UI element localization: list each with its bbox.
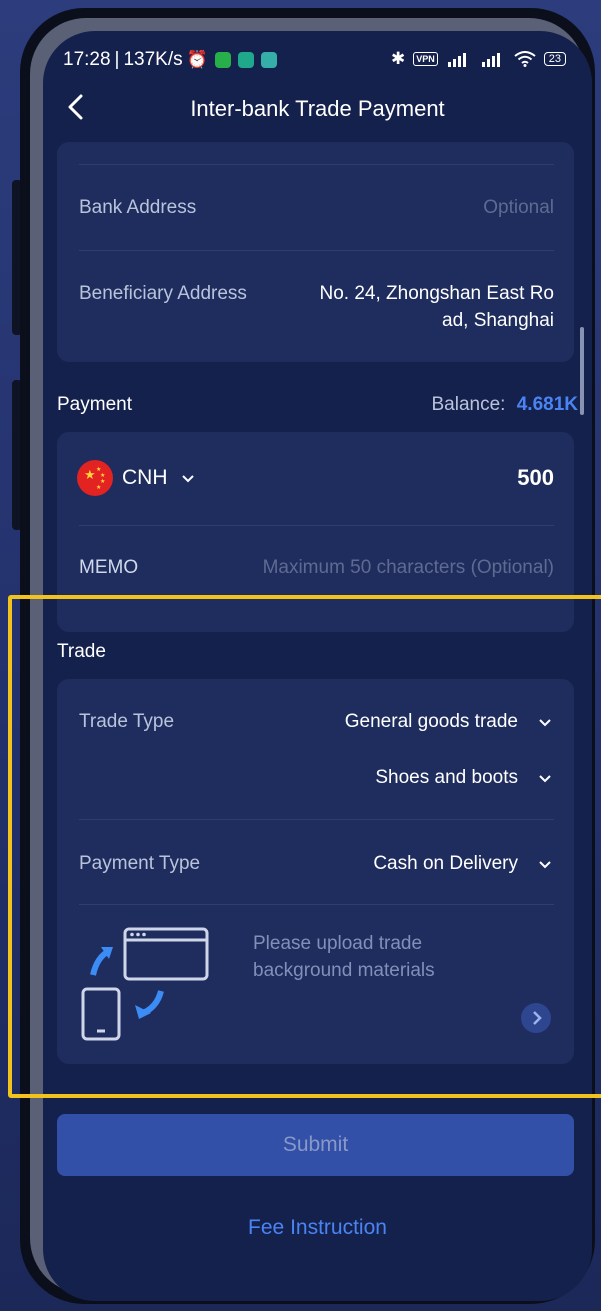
wifi-icon bbox=[514, 51, 536, 67]
page-header: Inter-bank Trade Payment bbox=[43, 86, 592, 130]
battery-indicator: 23 bbox=[543, 52, 566, 66]
signal-icon-2 bbox=[481, 53, 500, 67]
payment-section-title: Payment bbox=[57, 394, 132, 415]
vpn-badge: VPN bbox=[413, 52, 438, 66]
balance-label: Balance: bbox=[431, 394, 506, 415]
row-divider bbox=[79, 164, 554, 165]
status-time: 17:28 bbox=[63, 49, 111, 70]
beneficiary-card: Bank Address Optional Beneficiary Addres… bbox=[57, 142, 574, 362]
bluetooth-icon: ✱ bbox=[390, 49, 406, 68]
app-notification-icon bbox=[214, 52, 231, 68]
amount-input[interactable]: 500 bbox=[517, 465, 554, 491]
china-flag-icon: ★ ★ ★ ★ ★ bbox=[77, 460, 113, 496]
svg-text:★: ★ bbox=[84, 468, 96, 483]
signal-icon bbox=[447, 53, 466, 67]
row-divider bbox=[79, 525, 554, 526]
bank-address-input[interactable]: Optional bbox=[483, 197, 554, 219]
status-network-speed: 137K/s bbox=[123, 49, 183, 70]
fee-instruction-link[interactable]: Fee Instruction bbox=[43, 1216, 592, 1240]
beneficiary-address-label: Beneficiary Address bbox=[79, 283, 247, 304]
status-bar: 17:28 | 137K/s ⏰ ✱ VPN 23 bbox=[43, 31, 592, 83]
balance-value: 4.681K bbox=[516, 394, 578, 415]
page-title: Inter-bank Trade Payment bbox=[190, 96, 445, 121]
beneficiary-address-line1[interactable]: No. 24, Zhongshan East Ro bbox=[320, 283, 554, 305]
trade-highlight-frame bbox=[8, 595, 601, 1098]
svg-text:★: ★ bbox=[96, 484, 101, 491]
alarm-icon: ⏰ bbox=[186, 50, 208, 69]
row-divider bbox=[79, 250, 554, 251]
memo-label: MEMO bbox=[79, 557, 139, 578]
currency-code: CNH bbox=[122, 466, 168, 489]
currency-selector[interactable]: ★ ★ ★ ★ ★ CNH bbox=[77, 459, 195, 497]
scrollbar[interactable] bbox=[580, 327, 584, 415]
submit-button[interactable]: Submit bbox=[57, 1114, 574, 1176]
bank-address-label: Bank Address bbox=[79, 197, 197, 218]
memo-input[interactable]: Maximum 50 characters (Optional) bbox=[263, 557, 554, 579]
chevron-down-icon bbox=[181, 475, 194, 483]
calendar-notification-icon bbox=[260, 52, 277, 68]
shield-notification-icon bbox=[237, 52, 254, 68]
balance-display: Balance: 4.681K bbox=[431, 394, 578, 416]
beneficiary-address-line2[interactable]: ad, Shanghai bbox=[442, 310, 554, 332]
status-separator: | bbox=[114, 49, 120, 70]
